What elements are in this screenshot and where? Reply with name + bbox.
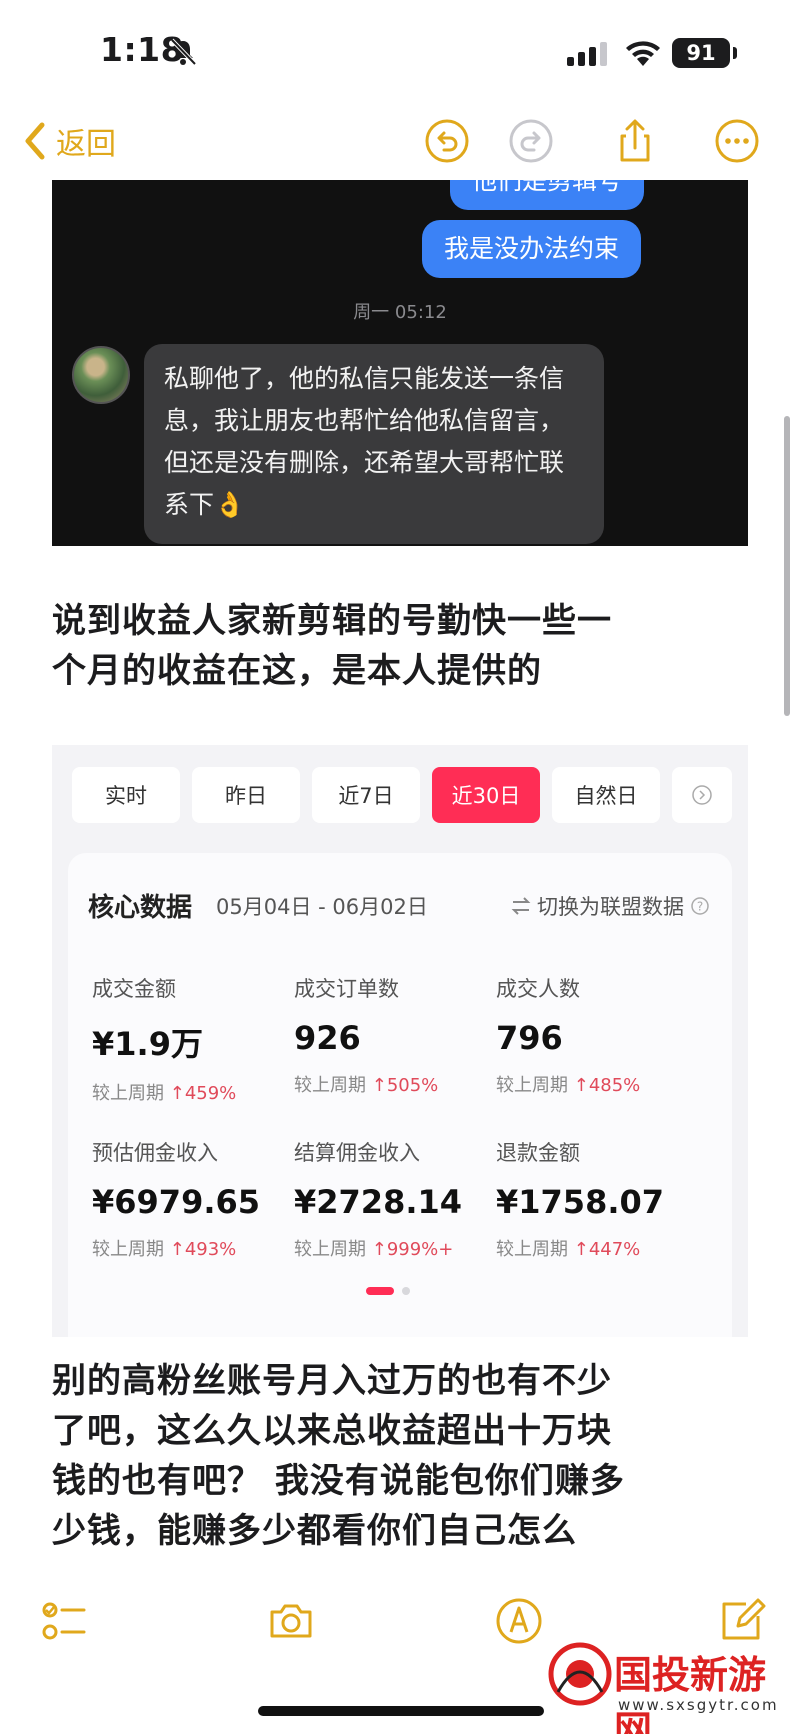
chat-screenshot: 他们是剪辑号 我是没办法约束 周一 05:12 私聊他了，他的私信只能发送一条信… bbox=[52, 180, 748, 546]
switch-data-link: 切换为联盟数据 ? bbox=[511, 891, 710, 921]
chevron-right-circle-icon bbox=[692, 785, 712, 805]
tab-30-days: 近30日 bbox=[432, 767, 540, 823]
metric-label: 成交订单数 bbox=[294, 977, 399, 1001]
compare-label: 较上周期 bbox=[496, 1075, 568, 1096]
metric-label: 结算佣金收入 bbox=[294, 1141, 420, 1165]
metric-gmv: 成交金额 ¥1.9万 较上周期 ↑459% bbox=[92, 973, 292, 1105]
metric-est-commission: 预估佣金收入 ¥6979.65 较上周期 ↑493% bbox=[92, 1137, 292, 1261]
metric-value: ¥6979.65 bbox=[92, 1183, 261, 1221]
paragraph-line: 了吧，这么久以来总收益超出十万块 bbox=[52, 1411, 612, 1451]
note-paragraph-2[interactable]: 别的高粉丝账号月入过万的也有不少 了吧，这么久以来总收益超出十万块 钱的也有吧？… bbox=[52, 1356, 752, 1556]
battery-indicator: 91 bbox=[672, 38, 730, 68]
metric-label: 预估佣金收入 bbox=[92, 1141, 218, 1165]
svg-text:?: ? bbox=[697, 900, 703, 914]
metric-change-value: ↑999%+ bbox=[371, 1239, 454, 1260]
bell-slash-icon bbox=[170, 38, 197, 66]
metric-label: 退款金额 bbox=[496, 1141, 580, 1165]
back-label: 返回 bbox=[56, 127, 116, 162]
compose-icon[interactable] bbox=[716, 1596, 766, 1646]
watermark-logo-icon bbox=[548, 1642, 612, 1706]
watermark-url: www.sxsgytr.com bbox=[618, 1696, 779, 1714]
chat-bubble-sent: 我是没办法约束 bbox=[422, 220, 642, 278]
tab-natural-day: 自然日 bbox=[552, 767, 660, 823]
compare-label: 较上周期 bbox=[294, 1239, 366, 1260]
battery-nub bbox=[733, 47, 737, 59]
tab-more bbox=[672, 767, 732, 823]
metric-buyers: 成交人数 796 较上周期 ↑485% bbox=[496, 973, 696, 1097]
paragraph-line: 说到收益人家新剪辑的号勤快一些一 bbox=[52, 601, 612, 641]
compare-label: 较上周期 bbox=[496, 1239, 568, 1260]
signal-icon bbox=[567, 42, 607, 66]
watermark: 国投新游网 www.sxsgytr.com bbox=[546, 1640, 796, 1734]
chat-timestamp: 周一 05:12 bbox=[353, 302, 447, 323]
page-dots bbox=[366, 1287, 410, 1295]
undo-icon[interactable] bbox=[424, 118, 470, 164]
metric-change: 较上周期 ↑447% bbox=[496, 1235, 696, 1261]
swap-icon bbox=[511, 897, 531, 915]
paragraph-line: 少钱，能赚多少都看你们自己怎么 bbox=[52, 1511, 577, 1551]
compare-label: 较上周期 bbox=[92, 1083, 164, 1104]
date-range: 05月04日 - 06月02日 bbox=[216, 895, 428, 919]
back-button[interactable]: 返回 bbox=[20, 116, 116, 166]
metric-change: 较上周期 ↑999%+ bbox=[294, 1235, 494, 1261]
nav-bar: 返回 bbox=[0, 104, 800, 180]
share-icon[interactable] bbox=[612, 118, 658, 164]
chat-bubble-partial: 他们是剪辑号 bbox=[450, 180, 645, 210]
chat-bubble-received: 私聊他了，他的私信只能发送一条信息，我让朋友也帮忙给他私信留言，但还是没有删除，… bbox=[144, 344, 604, 544]
dashboard-screenshot: 实时 昨日 近7日 近30日 自然日 核心数据 05月04日 - 06月02日 … bbox=[52, 745, 748, 1337]
metric-change-value: ↑485% bbox=[573, 1075, 641, 1096]
redo-icon[interactable] bbox=[508, 118, 554, 164]
metric-refund: 退款金额 ¥1758.07 较上周期 ↑447% bbox=[496, 1137, 696, 1261]
core-data-card: 核心数据 05月04日 - 06月02日 切换为联盟数据 ? 成交金额 ¥1.9… bbox=[68, 853, 732, 1337]
avatar bbox=[72, 346, 130, 404]
core-data-title: 核心数据 bbox=[88, 893, 193, 923]
metric-change-value: ↑505% bbox=[371, 1075, 439, 1096]
metric-label: 成交人数 bbox=[496, 977, 580, 1001]
metric-change: 较上周期 ↑459% bbox=[92, 1079, 292, 1105]
metric-label: 成交金额 bbox=[92, 977, 176, 1001]
metric-value: ¥2728.14 bbox=[294, 1183, 463, 1221]
camera-icon[interactable] bbox=[266, 1596, 316, 1646]
paragraph-line: 钱的也有吧？ 我没有说能包你们赚多 bbox=[52, 1461, 625, 1501]
metric-change-value: ↑447% bbox=[573, 1239, 641, 1260]
scrollbar[interactable] bbox=[784, 416, 790, 716]
metric-change: 较上周期 ↑493% bbox=[92, 1235, 292, 1261]
compare-label: 较上周期 bbox=[92, 1239, 164, 1260]
metric-value: ¥1.9万 bbox=[92, 1025, 203, 1063]
paragraph-line: 个月的收益在这，是本人提供的 bbox=[52, 651, 542, 691]
metric-change-value: ↑493% bbox=[169, 1239, 237, 1260]
watermark-name: 国投新游网 bbox=[614, 1653, 767, 1734]
chevron-left-icon bbox=[25, 122, 45, 160]
home-indicator bbox=[258, 1706, 544, 1716]
metric-value: 926 bbox=[294, 1019, 361, 1057]
help-icon: ? bbox=[691, 897, 709, 915]
tab-realtime: 实时 bbox=[72, 767, 180, 823]
metric-change: 较上周期 ↑505% bbox=[294, 1071, 494, 1097]
switch-label: 切换为联盟数据 bbox=[537, 895, 684, 919]
checklist-icon[interactable] bbox=[38, 1596, 88, 1646]
more-icon[interactable] bbox=[714, 118, 760, 164]
status-bar: 1:18 91 bbox=[0, 0, 800, 104]
note-paragraph-1[interactable]: 说到收益人家新剪辑的号勤快一些一 个月的收益在这，是本人提供的 bbox=[52, 596, 752, 696]
tab-7-days: 近7日 bbox=[312, 767, 420, 823]
compare-label: 较上周期 bbox=[294, 1075, 366, 1096]
metric-settled-commission: 结算佣金收入 ¥2728.14 较上周期 ↑999%+ bbox=[294, 1137, 494, 1261]
wifi-icon bbox=[626, 41, 660, 66]
markup-icon[interactable] bbox=[494, 1596, 544, 1646]
tab-yesterday: 昨日 bbox=[192, 767, 300, 823]
metric-change: 较上周期 ↑485% bbox=[496, 1071, 696, 1097]
date-tabs: 实时 昨日 近7日 近30日 自然日 bbox=[72, 767, 732, 823]
metric-value: 796 bbox=[496, 1019, 563, 1057]
metric-orders: 成交订单数 926 较上周期 ↑505% bbox=[294, 973, 494, 1097]
metric-change-value: ↑459% bbox=[169, 1083, 237, 1104]
metric-value: ¥1758.07 bbox=[496, 1183, 665, 1221]
paragraph-line: 别的高粉丝账号月入过万的也有不少 bbox=[52, 1361, 612, 1401]
